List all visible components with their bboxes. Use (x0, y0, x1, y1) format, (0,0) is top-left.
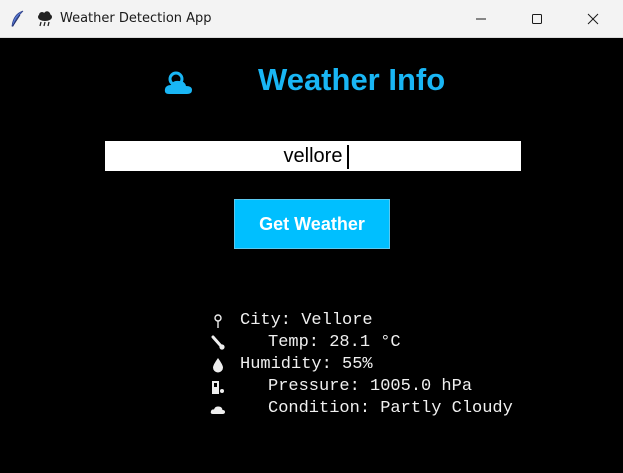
info-condition-row: Condition: Partly Cloudy (210, 398, 513, 420)
cloud-rain-icon (38, 11, 52, 27)
humidity-value: Humidity: 55% (240, 355, 373, 374)
minimize-icon (476, 18, 486, 20)
title-bar: Weather Detection App (0, 0, 623, 38)
page-title: Weather Info (258, 62, 446, 97)
gauge-icon (212, 381, 224, 394)
pin-icon (214, 314, 222, 328)
info-humidity-row: Humidity: 55% (210, 354, 373, 376)
droplet-icon (213, 358, 223, 373)
maximize-button[interactable] (514, 0, 560, 38)
window-title: Weather Detection App (60, 11, 212, 26)
close-button[interactable] (570, 0, 616, 38)
close-icon (587, 13, 599, 25)
info-city-row: City: Vellore (210, 310, 373, 332)
get-weather-button[interactable]: Get Weather (234, 199, 390, 249)
condition-value: Condition: Partly Cloudy (268, 399, 513, 418)
thermometer-icon (211, 335, 225, 350)
city-value: City: Vellore (240, 311, 373, 330)
cloud-icon (210, 406, 225, 414)
feather-icon (11, 10, 24, 27)
info-temp-row: Temp: 28.1 °C (210, 332, 401, 354)
app-window: Weather Detection App Weather Info Get W… (0, 0, 623, 473)
info-pressure-row: Pressure: 1005.0 hPa (210, 376, 472, 398)
maximize-icon (532, 14, 542, 24)
city-input[interactable] (105, 141, 521, 171)
pressure-value: Pressure: 1005.0 hPa (268, 377, 473, 396)
cloud-sun-icon (164, 71, 192, 94)
minimize-button[interactable] (458, 0, 504, 38)
temp-value: Temp: 28.1 °C (268, 333, 401, 352)
text-caret (347, 145, 349, 169)
